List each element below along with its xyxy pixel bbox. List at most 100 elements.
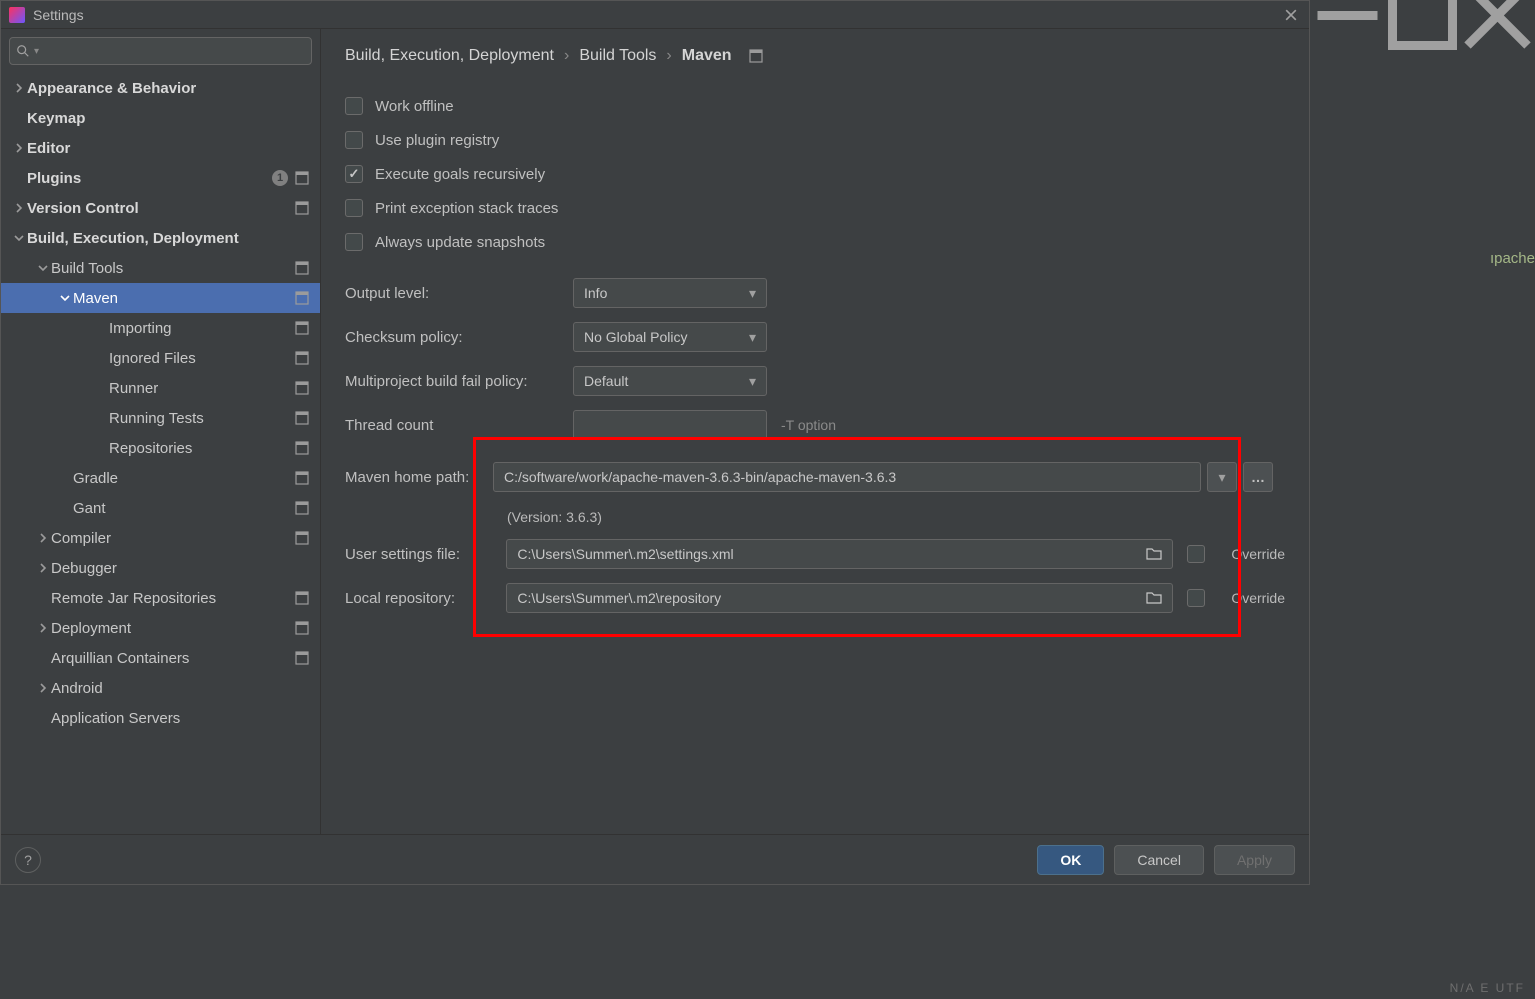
- apply-button[interactable]: Apply: [1214, 845, 1295, 875]
- maven-home-dropdown-button[interactable]: ▾: [1207, 462, 1237, 492]
- always-update-checkbox[interactable]: [345, 233, 363, 251]
- user-settings-label: User settings file:: [345, 546, 492, 563]
- sidebar-item-build-tools[interactable]: Build Tools: [1, 253, 320, 283]
- arrow-spacer: [57, 470, 73, 486]
- local-repo-label: Local repository:: [345, 590, 492, 607]
- sidebar-item-gant[interactable]: Gant: [1, 493, 320, 523]
- checksum-policy-dropdown[interactable]: No Global Policy ▾: [573, 322, 767, 352]
- sidebar-item-gradle[interactable]: Gradle: [1, 463, 320, 493]
- execute-goals-checkbox[interactable]: [345, 165, 363, 183]
- sidebar-item-application-servers[interactable]: Application Servers: [1, 703, 320, 733]
- thread-count-label: Thread count: [345, 417, 573, 434]
- user-settings-input[interactable]: C:\Users\Summer\.m2\settings.xml: [506, 539, 1173, 569]
- sidebar-item-ignored-files[interactable]: Ignored Files: [1, 343, 320, 373]
- search-input[interactable]: [39, 44, 305, 59]
- maven-home-browse-button[interactable]: …: [1243, 462, 1273, 492]
- breadcrumb-current: Maven: [682, 47, 732, 65]
- cancel-button[interactable]: Cancel: [1114, 845, 1204, 875]
- dialog-footer: ? OK Cancel Apply: [1, 834, 1309, 884]
- sidebar-item-label: Build, Execution, Deployment: [27, 230, 310, 247]
- settings-tree: Appearance & Behavior Keymap Editor Plugins…: [1, 73, 320, 733]
- project-scope-icon: [294, 590, 310, 606]
- local-repo-override-label: Override: [1231, 590, 1285, 606]
- chevron-right-icon: [35, 530, 51, 546]
- dialog-title: Settings: [33, 7, 84, 23]
- sidebar-item-label: Arquillian Containers: [51, 650, 294, 667]
- maven-home-input[interactable]: C:/software/work/apache-maven-3.6.3-bin/…: [493, 462, 1201, 492]
- sidebar-item-importing[interactable]: Importing: [1, 313, 320, 343]
- thread-count-input[interactable]: [573, 410, 767, 440]
- print-exception-checkbox[interactable]: [345, 199, 363, 217]
- project-scope-icon: [294, 620, 310, 636]
- sidebar-item-editor[interactable]: Editor: [1, 133, 320, 163]
- project-scope-icon: [294, 200, 310, 216]
- sidebar-item-arquillian-containers[interactable]: Arquillian Containers: [1, 643, 320, 673]
- sidebar-item-label: Debugger: [51, 560, 310, 577]
- user-settings-override-checkbox[interactable]: [1187, 545, 1205, 563]
- sidebar-item-appearance-behavior[interactable]: Appearance & Behavior: [1, 73, 320, 103]
- sidebar-item-version-control[interactable]: Version Control: [1, 193, 320, 223]
- sidebar-item-label: Plugins: [27, 170, 272, 187]
- work-offline-checkbox[interactable]: [345, 97, 363, 115]
- sidebar-item-deployment[interactable]: Deployment: [1, 613, 320, 643]
- breadcrumb-seg[interactable]: Build, Execution, Deployment: [345, 47, 554, 65]
- sidebar-item-maven[interactable]: Maven: [1, 283, 320, 313]
- local-repo-override-checkbox[interactable]: [1187, 589, 1205, 607]
- settings-dialog: Settings ▾ Appearance & Behavior Keymap Ed…: [0, 0, 1310, 885]
- sidebar-item-debugger[interactable]: Debugger: [1, 553, 320, 583]
- minimize-button[interactable]: [1310, 0, 1385, 30]
- help-button[interactable]: ?: [15, 847, 41, 873]
- sidebar-item-build-execution-deployment[interactable]: Build, Execution, Deployment: [1, 223, 320, 253]
- sidebar-item-repositories[interactable]: Repositories: [1, 433, 320, 463]
- output-level-dropdown[interactable]: Info ▾: [573, 278, 767, 308]
- project-scope-icon: [294, 260, 310, 276]
- dialog-close-button[interactable]: [1281, 5, 1301, 25]
- sidebar-item-plugins[interactable]: Plugins1: [1, 163, 320, 193]
- local-repo-input[interactable]: C:\Users\Summer\.m2\repository: [506, 583, 1173, 613]
- output-level-label: Output level:: [345, 285, 573, 302]
- folder-icon: [1146, 591, 1162, 605]
- chevron-down-icon: ▾: [749, 285, 756, 302]
- sidebar-item-running-tests[interactable]: Running Tests: [1, 403, 320, 433]
- sidebar-item-compiler[interactable]: Compiler: [1, 523, 320, 553]
- project-scope-icon: [294, 410, 310, 426]
- project-scope-icon: [294, 650, 310, 666]
- chevron-down-icon: [35, 260, 51, 276]
- status-bar-fragment: N/A E UTF: [1450, 981, 1525, 995]
- sidebar-item-label: Compiler: [51, 530, 294, 547]
- output-level-value: Info: [584, 285, 607, 301]
- work-offline-label: Work offline: [375, 98, 454, 115]
- sidebar-item-remote-jar-repositories[interactable]: Remote Jar Repositories: [1, 583, 320, 613]
- chevron-down-icon: ▾: [749, 329, 756, 346]
- sidebar-item-android[interactable]: Android: [1, 673, 320, 703]
- search-input-wrap[interactable]: ▾: [9, 37, 312, 65]
- sidebar-item-label: Repositories: [109, 440, 294, 457]
- arrow-spacer: [93, 440, 109, 456]
- print-exception-label: Print exception stack traces: [375, 200, 558, 217]
- user-settings-value: C:\Users\Summer\.m2\settings.xml: [517, 546, 733, 562]
- chevron-down-icon: [11, 230, 27, 246]
- sidebar-item-runner[interactable]: Runner: [1, 373, 320, 403]
- app-background: ıpache N/A E UTF Settings ▾ Appearance &…: [0, 0, 1535, 999]
- sidebar-item-label: Editor: [27, 140, 310, 157]
- project-scope-icon: [294, 290, 310, 306]
- close-window-button[interactable]: [1460, 0, 1535, 30]
- maven-home-value: C:/software/work/apache-maven-3.6.3-bin/…: [504, 469, 896, 485]
- window-controls: [1310, 0, 1535, 30]
- maximize-button[interactable]: [1385, 0, 1460, 30]
- chevron-right-icon: [11, 80, 27, 96]
- user-settings-override-label: Override: [1231, 546, 1285, 562]
- breadcrumb-seg[interactable]: Build Tools: [579, 47, 656, 65]
- chevron-right-icon: [35, 560, 51, 576]
- always-update-label: Always update snapshots: [375, 234, 545, 251]
- sidebar-item-keymap[interactable]: Keymap: [1, 103, 320, 133]
- sidebar-item-label: Appearance & Behavior: [27, 80, 310, 97]
- multiproject-dropdown[interactable]: Default ▾: [573, 366, 767, 396]
- arrow-spacer: [93, 350, 109, 366]
- ok-button[interactable]: OK: [1037, 845, 1104, 875]
- use-plugin-registry-checkbox[interactable]: [345, 131, 363, 149]
- arrow-spacer: [93, 380, 109, 396]
- folder-icon: [1146, 547, 1162, 561]
- chevron-right-icon: [11, 200, 27, 216]
- checksum-policy-label: Checksum policy:: [345, 329, 573, 346]
